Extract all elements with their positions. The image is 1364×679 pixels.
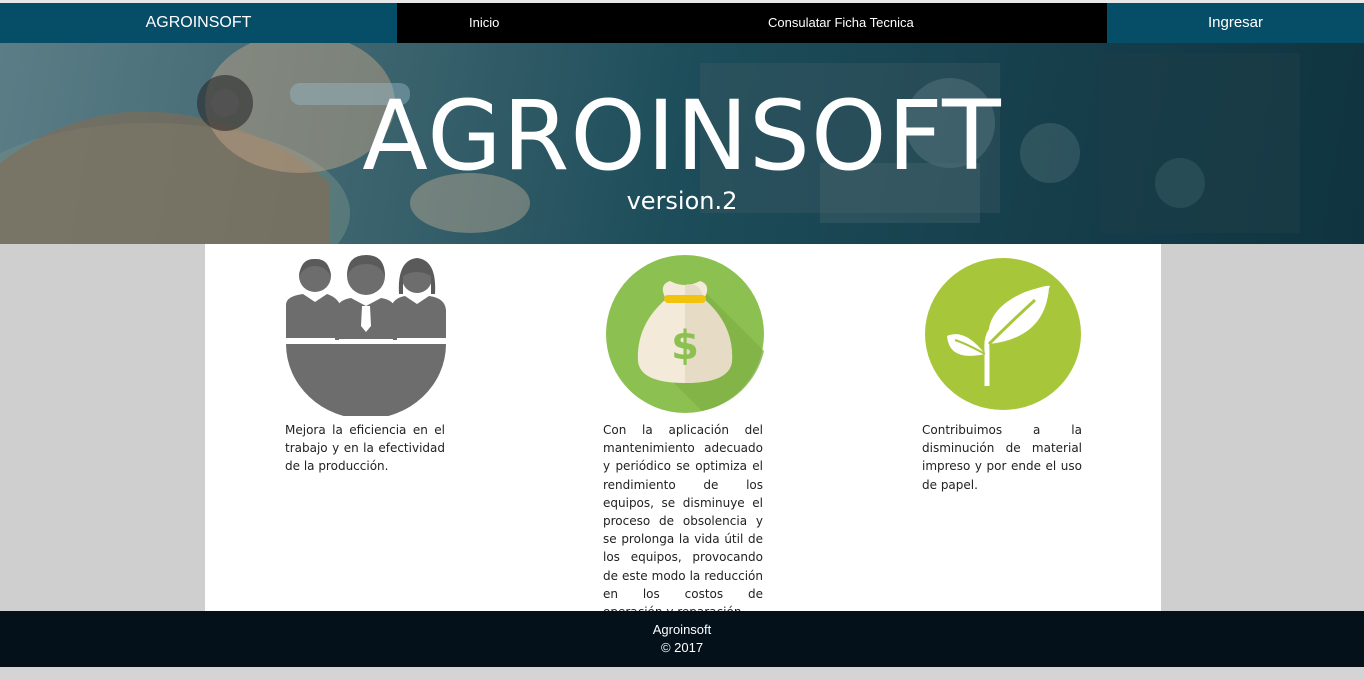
footer: Agroinsoft © 2017 [0, 611, 1364, 667]
team-people-icon [286, 255, 446, 416]
nav-link-consultar-ficha[interactable]: Consulatar Ficha Tecnica [768, 3, 914, 43]
login-button[interactable]: Ingresar [1107, 3, 1364, 43]
svg-text:$: $ [671, 323, 699, 369]
browser-bottom-strip [0, 667, 1364, 679]
footer-name: Agroinsoft [652, 622, 712, 637]
feature-text-paper: Contribuimos a la disminución de materia… [922, 423, 1082, 492]
feature-text-maintenance: Con la aplicación del mantenimiento adec… [603, 423, 763, 619]
money-bag-icon: $ [606, 255, 764, 413]
navbar: AGROINSOFT Inicio Consulatar Ficha Tecni… [0, 3, 1364, 43]
features-section: Mejora la eficiencia en el trabajo y en … [205, 244, 1161, 619]
feature-text-efficiency: Mejora la eficiencia en el trabajo y en … [285, 423, 445, 474]
leaf-icon [925, 258, 1081, 410]
nav-link-inicio[interactable]: Inicio [469, 3, 499, 43]
footer-copyright: © 2017 [660, 640, 704, 655]
brand-link[interactable]: AGROINSOFT [0, 3, 397, 43]
hero-title: AGROINSOFT [362, 80, 1002, 192]
hero-banner: AGROINSOFT version.2 [0, 43, 1364, 244]
hero-subtitle: version.2 [626, 187, 738, 215]
